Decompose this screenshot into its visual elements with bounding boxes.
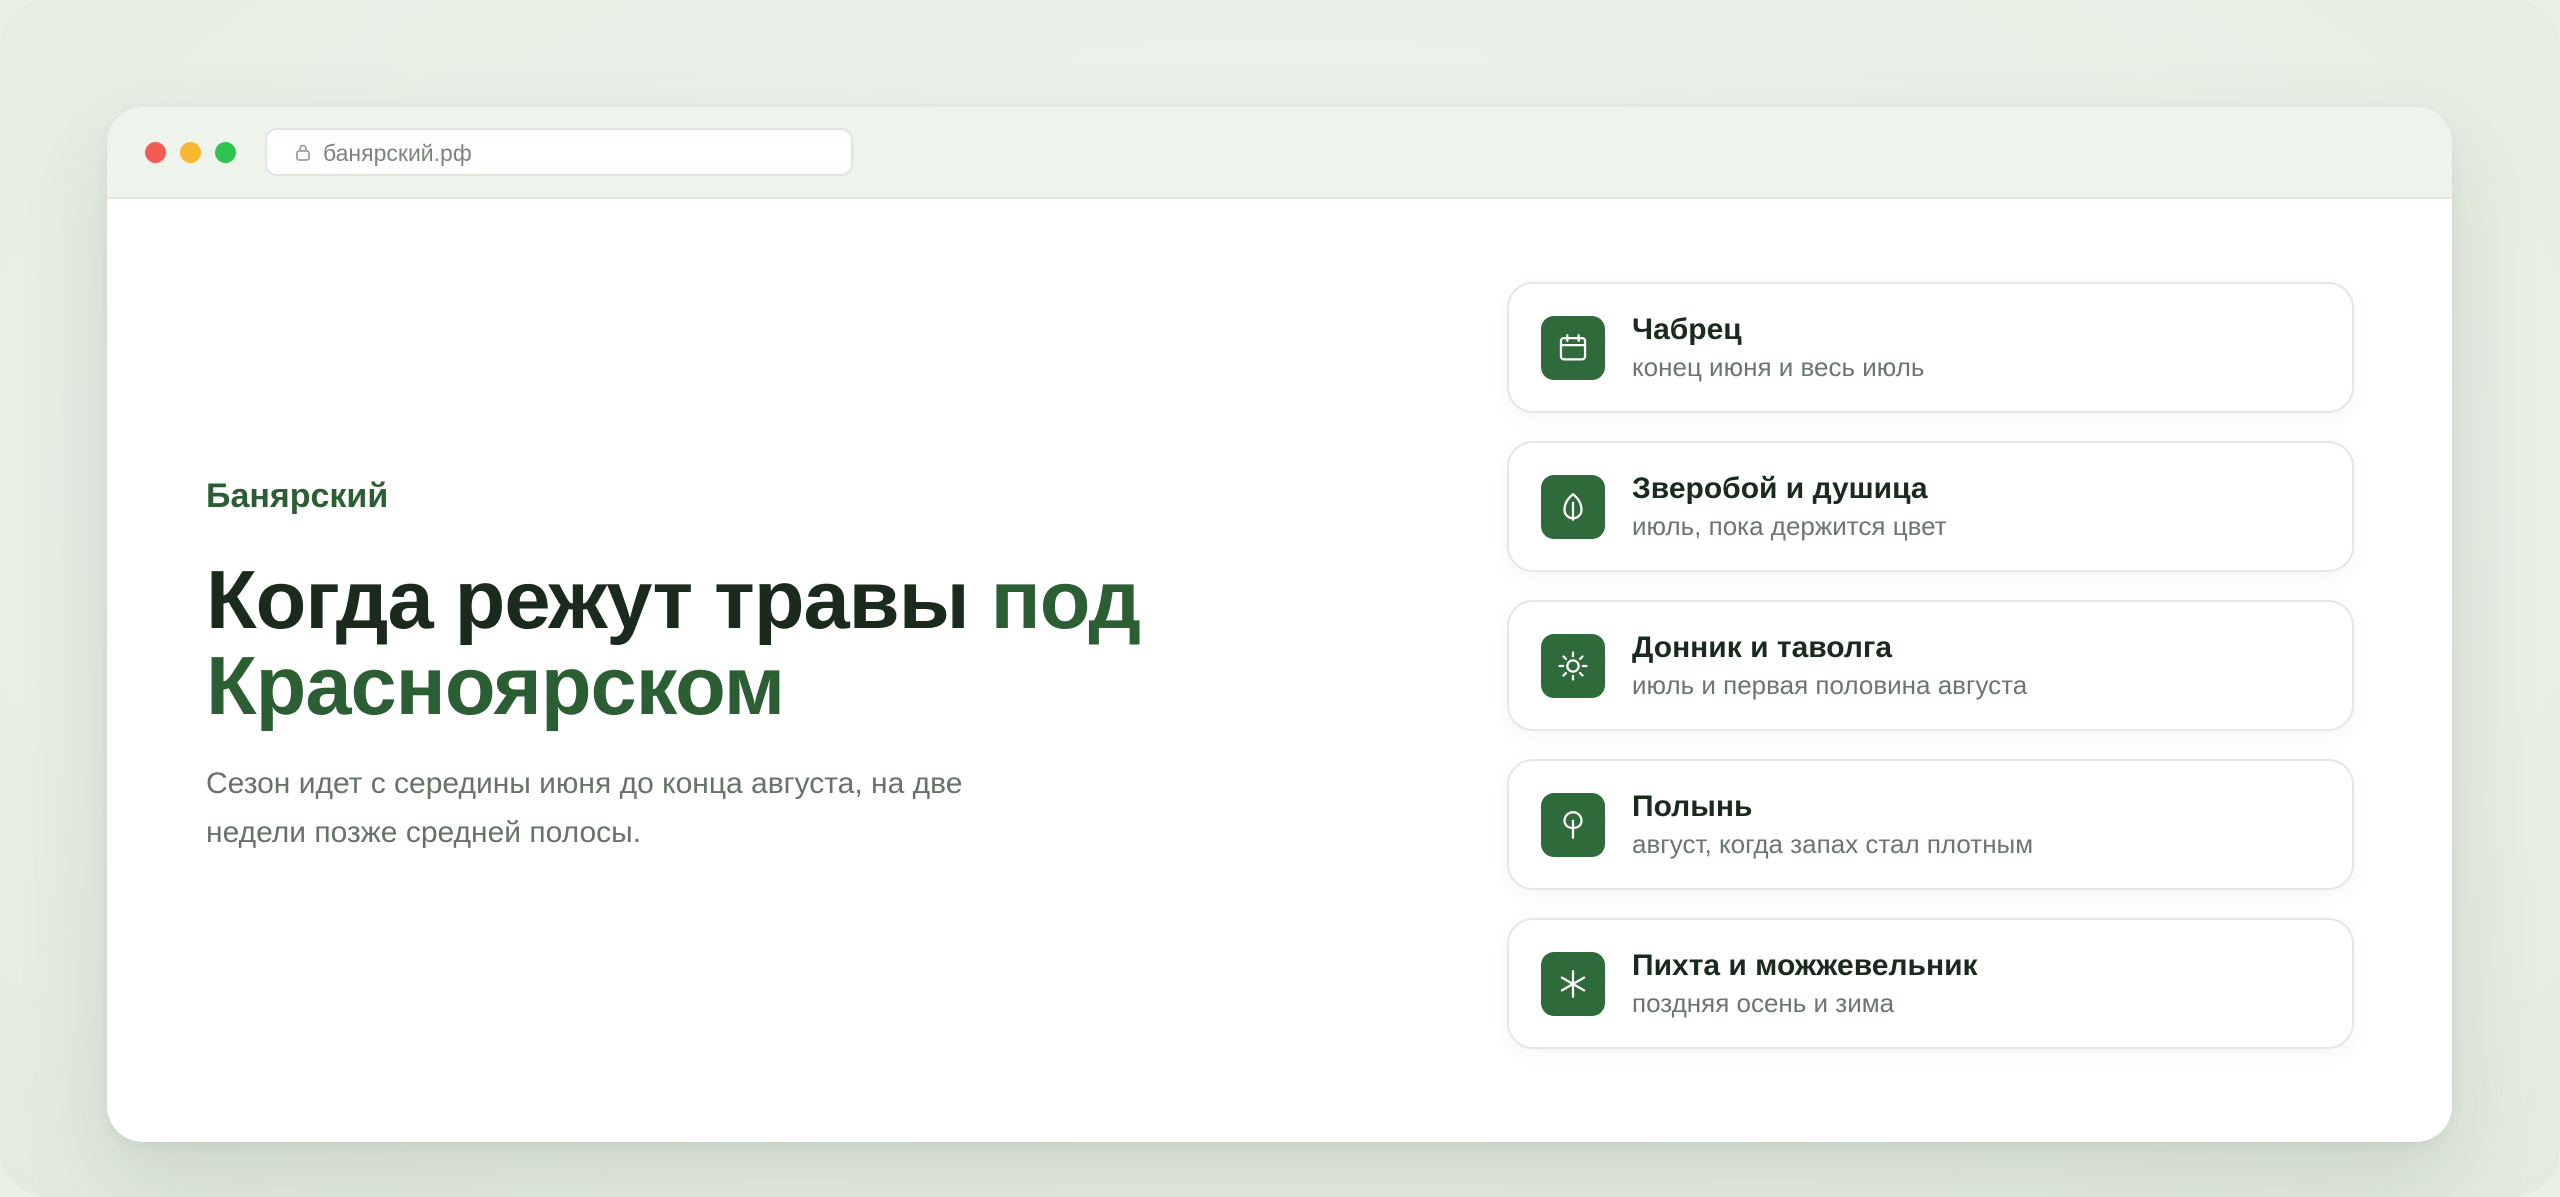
calendar-icon	[1541, 316, 1605, 380]
leaf-icon	[1541, 475, 1605, 539]
browser-titlebar: банярский.рф	[107, 107, 2452, 199]
herb-period: конец июня и весь июль	[1632, 352, 1925, 382]
herb-title: Чабрец	[1632, 313, 1742, 346]
brand-name: Банярский	[206, 477, 389, 515]
browser-window: банярский.рф Банярский Когда режут травы…	[107, 107, 2452, 1142]
page-title: Когда режут травы под Красноярском	[206, 557, 1306, 729]
sun-icon	[1541, 634, 1605, 698]
herb-period: август, когда запах стал плотным	[1632, 829, 2034, 859]
herb-card-sweet-clover: Донник и таволга июль и первая половина …	[1507, 600, 2354, 731]
url-text: банярский.рф	[323, 140, 472, 166]
page-title-main: Когда режут травы	[206, 553, 991, 646]
herb-title: Донник и таволга	[1632, 631, 1893, 664]
page-content: Банярский Когда режут травы под Краснояр…	[107, 199, 2452, 1142]
herb-list: Чабрец конец июня и весь июль Зверобой и…	[1507, 282, 2354, 1077]
herb-period: июль, пока держится цвет	[1632, 511, 1947, 541]
herb-card-fir-juniper: Пихта и можжевельник поздняя осень и зим…	[1507, 918, 2354, 1049]
herb-title: Полынь	[1632, 790, 1753, 823]
maximize-window-button[interactable]	[215, 142, 236, 163]
herb-title: Зверобой и душица	[1632, 472, 1928, 505]
lead-text: Сезон идет с середины июня до конца авгу…	[206, 767, 963, 849]
herb-period: поздняя осень и зима	[1632, 988, 1895, 1018]
snowflake-icon	[1541, 952, 1605, 1016]
close-window-button[interactable]	[145, 142, 166, 163]
lock-icon	[294, 142, 312, 162]
herb-card-wormwood: Полынь август, когда запах стал плотным	[1507, 759, 2354, 890]
herb-card-st-johns-wort: Зверобой и душица июль, пока держится цв…	[1507, 441, 2354, 572]
tree-icon	[1541, 793, 1605, 857]
herb-period: июль и первая половина августа	[1632, 670, 2028, 700]
herb-title: Пихта и можжевельник	[1632, 949, 1978, 982]
herb-card-thyme: Чабрец конец июня и весь июль	[1507, 282, 2354, 413]
address-bar[interactable]: банярский.рф	[265, 128, 853, 176]
minimize-window-button[interactable]	[180, 142, 201, 163]
